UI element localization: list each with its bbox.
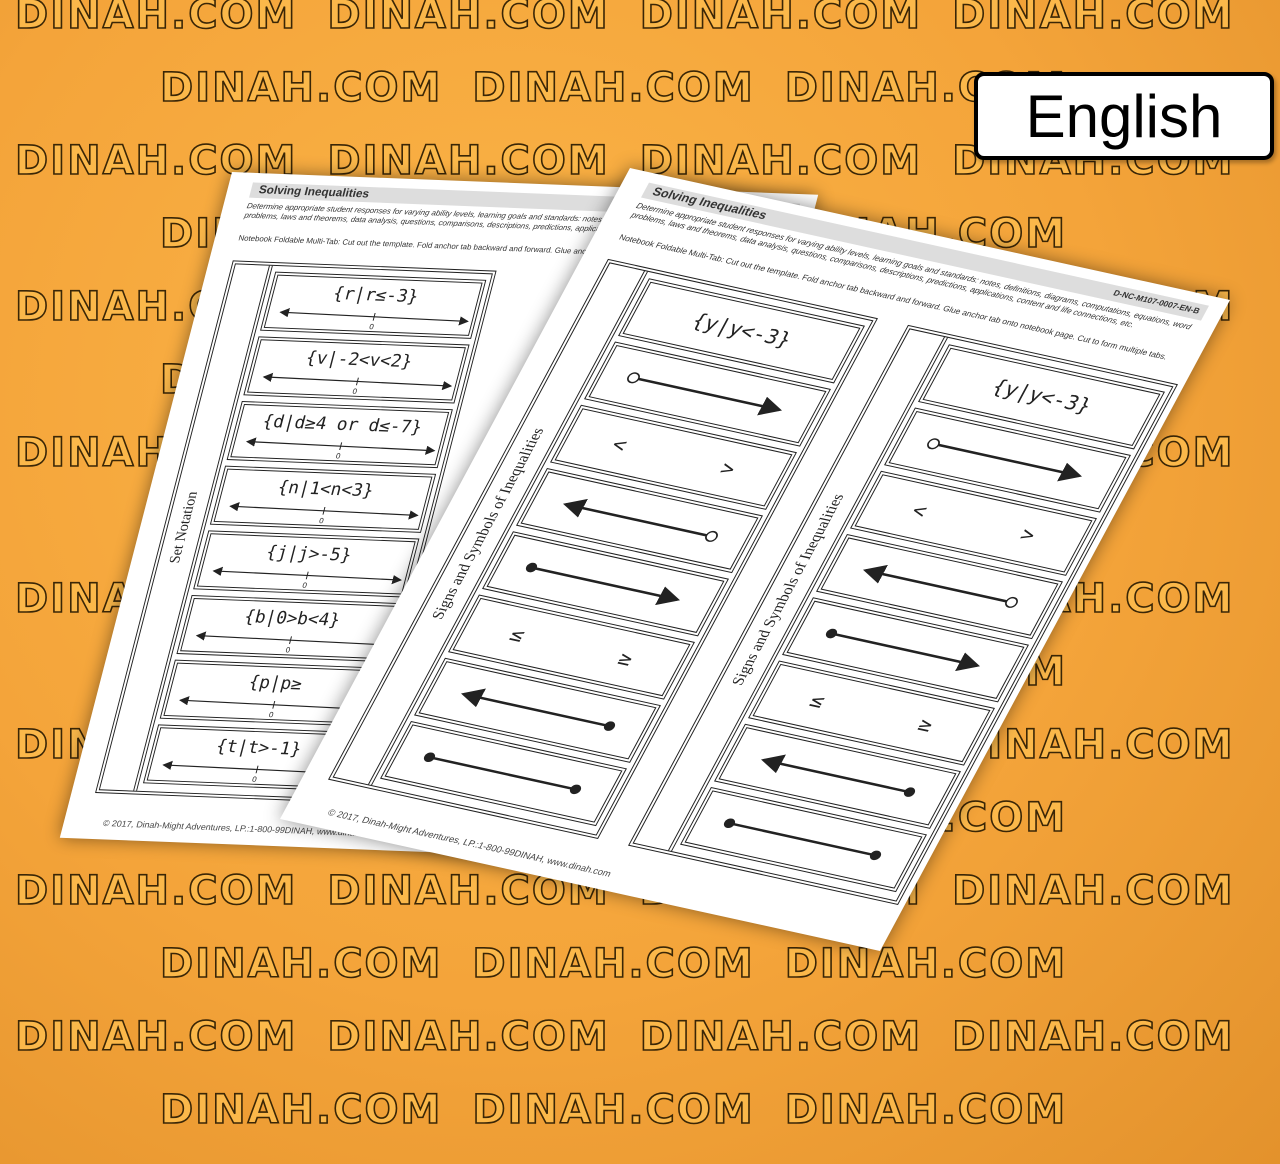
- ray-line: [461, 688, 611, 728]
- watermark-text: DINAH.COM: [14, 0, 298, 39]
- number-line: [279, 308, 375, 318]
- watermark-row: DINAH.COM DINAH.COM DINAH.COM: [159, 1086, 1097, 1134]
- graph: 0: [245, 437, 436, 461]
- open-circle-icon: [705, 530, 718, 542]
- zero-label: 0: [301, 581, 308, 590]
- watermark-text: DINAH.COM: [784, 940, 1068, 988]
- zero-label: 0: [268, 710, 275, 719]
- watermark-text: DINAH.COM: [472, 940, 755, 988]
- open-circle-icon: [627, 372, 640, 384]
- ray-line: [932, 442, 1082, 482]
- closed-circle-icon: [825, 628, 838, 639]
- watermark-text: DINAH.COM: [639, 1013, 923, 1061]
- zero-label: 0: [352, 387, 359, 396]
- ray-line: [863, 564, 1013, 604]
- watermark-text: DINAH.COM: [639, 137, 923, 185]
- watermark-text: DINAH.COM: [159, 64, 443, 112]
- closed-circle-icon: [569, 784, 582, 795]
- watermark-row: DINAH.COM DINAH.COM DINAH.COM DINAH.COM: [14, 0, 1264, 39]
- foldable-tab: {n|1<n<3} 0: [209, 465, 437, 533]
- closed-circle-icon: [869, 850, 882, 861]
- foldable-tab: {r|r≤-3} 0: [260, 271, 487, 339]
- anchor-label: Set Notation: [166, 491, 202, 564]
- ray-line: [428, 756, 577, 791]
- number-line: [162, 760, 258, 771]
- number-line: [323, 510, 419, 520]
- number-line: [212, 566, 308, 577]
- zero-label: 0: [251, 775, 258, 784]
- graph: 0: [279, 308, 469, 331]
- graph: 0: [262, 372, 453, 396]
- foldable-tab: {v|-2<v<2} 0: [243, 336, 470, 404]
- number-line: [340, 445, 436, 455]
- closed-circle-icon: [903, 787, 916, 797]
- number-line: [307, 574, 402, 585]
- watermark-text: DINAH.COM: [951, 1013, 1235, 1061]
- zero-label: 0: [318, 516, 325, 525]
- number-line: [195, 631, 291, 641]
- graph: 0: [229, 502, 419, 525]
- ray-line: [563, 498, 713, 538]
- watermark-text: DINAH.COM: [14, 1013, 298, 1061]
- ray-line: [760, 754, 911, 794]
- zero-label: 0: [335, 452, 342, 461]
- ray-line: [830, 632, 980, 672]
- zero-label: 0: [285, 646, 292, 655]
- number-line: [290, 639, 386, 649]
- graph: 0: [212, 566, 402, 590]
- watermark-text: DINAH.COM: [327, 1013, 610, 1061]
- ray-line: [632, 376, 782, 416]
- watermark-text: DINAH.COM: [951, 867, 1235, 915]
- closed-circle-icon: [723, 818, 736, 829]
- foldable-tab: {d|d≥4 or d≤-7} 0: [226, 400, 453, 469]
- watermark-text: DINAH.COM: [639, 0, 923, 39]
- sheet-title: Solving Inequalities: [257, 182, 371, 201]
- watermark-row: DINAH.COM DINAH.COM DINAH.COM: [159, 940, 1097, 988]
- ray-line: [728, 822, 877, 857]
- closed-circle-icon: [423, 752, 436, 763]
- language-badge: English: [974, 72, 1274, 160]
- zero-label: 0: [368, 322, 375, 331]
- open-circle-icon: [927, 438, 940, 450]
- watermark-text: DINAH.COM: [327, 0, 610, 39]
- closed-circle-icon: [525, 562, 538, 573]
- watermark-text: DINAH.COM: [159, 940, 443, 988]
- watermark-row: DINAH.COM DINAH.COM DINAH.COM DINAH.COM: [14, 1013, 1264, 1061]
- foldable-tab: {j|j>-5} 0: [193, 530, 420, 598]
- watermark-text: DINAH.COM: [14, 867, 298, 915]
- number-line: [262, 372, 358, 383]
- number-line: [357, 380, 453, 391]
- closed-circle-icon: [603, 721, 616, 731]
- watermark-text: DINAH.COM: [159, 1086, 443, 1134]
- number-line: [179, 696, 274, 706]
- watermark-text: DINAH.COM: [472, 64, 755, 112]
- number-line: [373, 316, 469, 326]
- watermark-text: DINAH.COM: [951, 0, 1235, 39]
- number-line: [245, 437, 341, 447]
- ray-line: [530, 566, 680, 606]
- watermark-text: DINAH.COM: [784, 1086, 1068, 1134]
- watermark-row: DINAH.COMDINAH.COMDINAH.COM: [159, 64, 1097, 112]
- watermark-text: DINAH.COM: [472, 1086, 755, 1134]
- number-line: [229, 502, 325, 512]
- open-circle-icon: [1005, 596, 1018, 608]
